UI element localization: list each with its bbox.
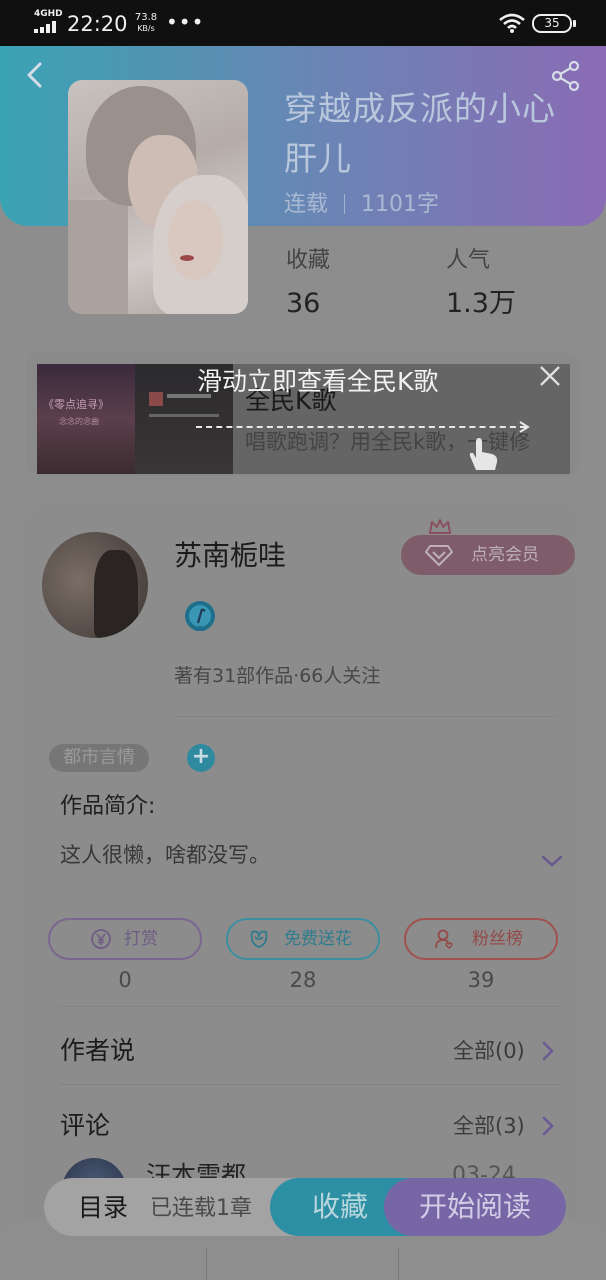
stat-value: 1.3万 [446, 288, 516, 319]
start-reading-button[interactable]: 开始阅读 [384, 1178, 566, 1236]
signal-icon [34, 21, 60, 33]
book-cover[interactable] [68, 80, 248, 314]
net-speed-unit: KB/s [137, 24, 155, 33]
author-name[interactable]: 苏南栀哇 [174, 536, 286, 576]
book-title: 穿越成反派的小心肝儿 [284, 89, 556, 178]
arrow-right-icon [519, 421, 530, 433]
divider [60, 1084, 560, 1085]
tip-count: 0 [118, 968, 132, 992]
divider [60, 1006, 560, 1007]
ad-thumb-text: 《零点追寻》 [43, 398, 109, 411]
diamond-icon [425, 545, 453, 566]
fans-count: 39 [467, 968, 495, 992]
wifi-icon [499, 13, 525, 33]
bottom-dividers [68, 1248, 538, 1280]
meta-divider [344, 194, 346, 214]
author-says-all-link[interactable]: 全部(0) [453, 1033, 525, 1069]
send-flower-button[interactable]: 免费送花 [226, 918, 380, 960]
back-icon[interactable] [22, 60, 48, 90]
yen-icon [91, 929, 111, 949]
ad-swipe-hint: 滑动立即查看全民K歌 [197, 367, 439, 396]
stat-popularity: 人气 1.3万 [446, 246, 516, 324]
chevron-down-icon[interactable] [540, 852, 564, 870]
level-badge-icon [185, 601, 215, 631]
ad-thumb-sub: 念念的念曲 [59, 417, 99, 426]
network-type: 4GHD [34, 9, 63, 19]
hand-icon [469, 438, 498, 470]
fans-ranking-button[interactable]: 粉丝榜 [404, 918, 558, 960]
comments-title: 评论 [60, 1111, 111, 1140]
book-status: 连载 [284, 192, 329, 217]
chevron-right-icon[interactable] [540, 1115, 556, 1137]
crown-icon [429, 519, 451, 534]
divider [174, 716, 558, 717]
author-stats: 著有31部作品·66人关注 [174, 665, 381, 687]
send-flower-label: 免费送花 [284, 929, 352, 949]
book-word-count: 1101字 [361, 192, 440, 217]
intro-label: 作品简介: [60, 794, 156, 819]
ad-thumbnail: 《零点追寻》 念念的念曲 [37, 364, 135, 474]
swipe-guide-line [196, 426, 526, 428]
genre-tag[interactable]: 都市言情 [49, 744, 149, 772]
clock: 22:20 [67, 12, 128, 36]
more-status-icon: ••• [166, 10, 205, 34]
toc-button[interactable]: 目录 [78, 1190, 128, 1226]
net-speed-value: 73.8 [134, 12, 158, 23]
flower-icon [250, 930, 268, 948]
comments-all-link[interactable]: 全部(3) [453, 1108, 525, 1144]
net-speed: 73.8 KB/s [133, 12, 159, 34]
fans-icon [435, 929, 453, 950]
fans-ranking-label: 粉丝榜 [472, 929, 523, 949]
book-meta: 连载 1101字 [284, 190, 439, 220]
add-tag-button[interactable]: + [187, 744, 215, 772]
stat-value: 36 [286, 288, 321, 319]
vip-label: 点亮会员 [471, 545, 539, 565]
status-bar: 4GHD 22:20 73.8 KB/s ••• 35 [0, 0, 606, 46]
stat-label: 人气 [446, 248, 491, 273]
chevron-right-icon[interactable] [540, 1040, 556, 1062]
author-says-title: 作者说 [60, 1036, 136, 1065]
tip-button[interactable]: 打赏 [48, 918, 202, 960]
flower-count: 28 [289, 968, 317, 992]
tip-label: 打赏 [124, 929, 158, 949]
close-icon[interactable] [538, 364, 562, 388]
intro-text: 这人很懒，啥都没写。 [60, 843, 270, 867]
avatar[interactable] [42, 532, 148, 638]
serial-info: 已连载1章 [150, 1196, 252, 1221]
stat-label: 收藏 [286, 248, 331, 273]
battery-icon: 35 [532, 14, 576, 33]
stat-favorites: 收藏 36 [286, 246, 330, 324]
